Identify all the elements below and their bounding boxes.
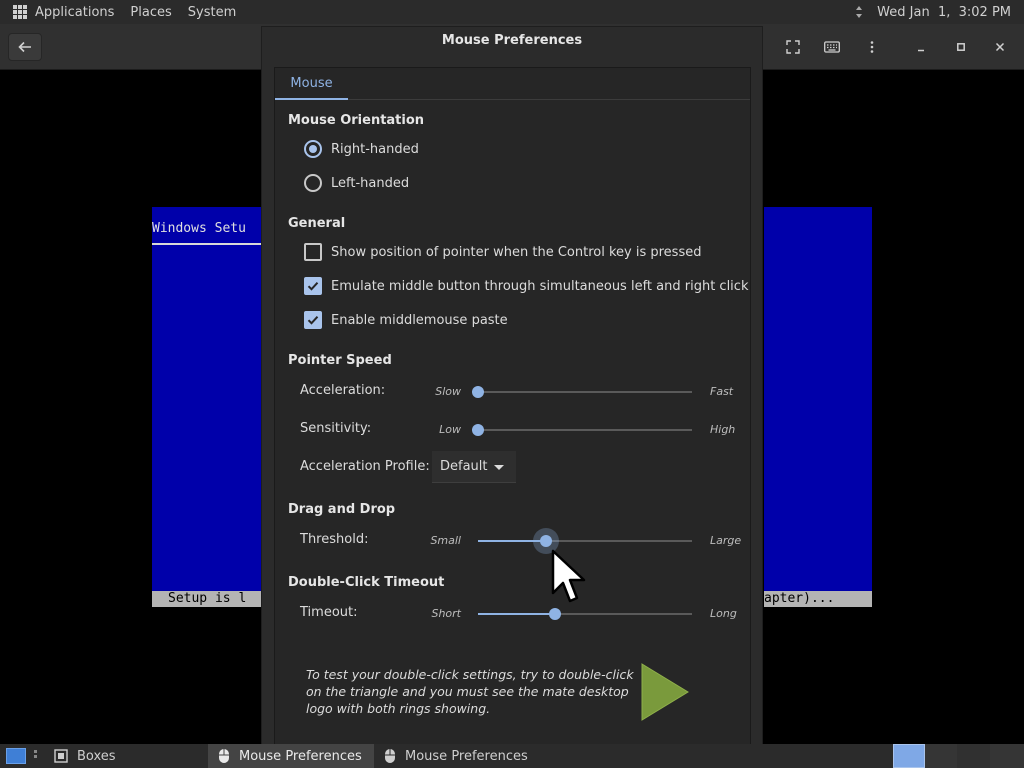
radio-indicator [304,140,322,158]
network-updown-icon[interactable] [855,5,863,19]
panel-handle-icon[interactable] [34,750,38,762]
radio-indicator [304,174,322,192]
sensitivity-label: Sensitivity: [300,421,372,436]
checkbox-emulate-middle-button[interactable]: Emulate middle button through simultaneo… [304,275,748,297]
checkmark-icon [307,282,319,291]
fullscreen-button[interactable] [776,33,810,61]
slider-fill [478,613,555,615]
acceleration-min-label: Slow [435,385,461,398]
workspace-1[interactable] [893,744,925,768]
fullscreen-icon [786,40,800,54]
checkbox-label: Show position of pointer when the Contro… [331,244,702,260]
minimize-button[interactable] [904,33,938,61]
menu-applications[interactable]: Applications [35,5,114,20]
tab-mouse[interactable]: Mouse [275,68,348,100]
checkbox-show-pointer-position[interactable]: Show position of pointer when the Contro… [304,241,701,263]
checkbox-label: Emulate middle button through simultaneo… [331,278,749,294]
kebab-menu-icon [870,41,874,53]
keyboard-button[interactable] [815,33,849,61]
keyboard-icon [824,41,840,53]
section-pointer-speed: Pointer Speed [288,353,392,368]
task-label: Mouse Preferences [239,748,362,764]
slider-knob[interactable] [472,386,484,398]
bottom-panel: Boxes Mouse Preferences Mouse Preference… [0,744,1024,768]
threshold-min-label: Small [430,534,461,547]
sensitivity-max-label: High [710,423,736,436]
clock[interactable]: Wed Jan 1, 3:02 PM [877,5,1011,20]
checkbox-label: Enable middlemouse paste [331,312,508,328]
checkbox-indicator [304,311,322,329]
checkbox-middlemouse-paste[interactable]: Enable middlemouse paste [304,309,508,331]
close-icon [995,42,1005,52]
setup-status-right: apter)... [764,591,872,607]
task-mouse-preferences-active[interactable]: Mouse Preferences [208,744,374,768]
maximize-icon [957,43,965,51]
threshold-max-label: Large [710,534,742,547]
windows-setup-screen-left [152,207,262,607]
radio-right-handed[interactable]: Right-handed [304,138,419,160]
chevron-down-icon [494,465,504,470]
workspace-4[interactable] [990,744,1024,768]
back-button[interactable] [8,33,42,61]
acceleration-slider[interactable] [472,386,692,398]
setup-status-left: Setup is l [152,591,262,607]
checkmark-icon [307,316,319,325]
menu-places[interactable]: Places [130,5,171,20]
slider-knob[interactable] [472,424,484,436]
acceleration-profile-label: Acceleration Profile: [300,459,430,474]
timeout-slider[interactable] [478,608,692,620]
boxes-app-icon [54,749,68,763]
radio-label: Right-handed [331,141,419,157]
menu-system[interactable]: System [188,5,236,20]
checkbox-indicator [304,277,322,295]
sensitivity-slider[interactable] [472,424,692,436]
minimize-icon [918,49,924,52]
double-click-test-triangle-icon[interactable] [640,662,690,722]
task-boxes[interactable]: Boxes [44,744,208,768]
dialog-title: Mouse Preferences [441,33,583,48]
workspace-2[interactable] [925,744,957,768]
slider-knob[interactable] [540,535,552,547]
sensitivity-min-label: Low [439,423,461,436]
threshold-slider[interactable] [478,535,692,547]
checkbox-indicator [304,243,322,261]
show-desktop-icon[interactable] [6,748,26,764]
applications-grid-icon[interactable] [13,5,27,19]
task-label: Boxes [77,748,116,764]
back-arrow-icon [18,41,31,53]
acceleration-label: Acceleration: [300,383,386,398]
threshold-label: Threshold: [300,532,369,547]
mouse-icon [384,748,396,764]
maximize-button[interactable] [944,33,978,61]
mouse-icon [218,748,230,764]
tab-bar: Mouse [275,68,750,100]
double-click-test-text: To test your double-click settings, try … [306,667,634,716]
workspace-3[interactable] [957,744,990,768]
timeout-max-label: Long [710,607,737,620]
acceleration-max-label: Fast [710,385,734,398]
setup-divider [152,243,262,245]
mouse-preferences-dialog: Mouse Preferences Mouse Mouse Orientatio… [261,26,763,745]
timeout-label: Timeout: [300,605,358,620]
radio-label: Left-handed [331,175,410,191]
preferences-notebook: Mouse Mouse Orientation Right-handed Lef… [274,67,751,745]
section-general: General [288,216,346,231]
task-mouse-preferences[interactable]: Mouse Preferences [374,744,540,768]
windows-setup-screen-right [764,207,872,607]
slider-knob[interactable] [549,608,561,620]
top-panel: Applications Places System Wed Jan 1, 3:… [0,0,1024,24]
section-drag-and-drop: Drag and Drop [288,502,396,517]
section-double-click-timeout: Double-Click Timeout [288,575,445,590]
mouse-pointer-icon [551,549,586,603]
acceleration-profile-combo[interactable]: Default [432,451,516,483]
section-mouse-orientation: Mouse Orientation [288,113,425,128]
close-button[interactable] [983,33,1017,61]
radio-left-handed[interactable]: Left-handed [304,172,409,194]
timeout-min-label: Short [431,607,461,620]
menu-button[interactable] [855,33,889,61]
task-label: Mouse Preferences [405,748,528,764]
setup-title: Windows Setu [152,221,246,236]
combo-value: Default [440,459,488,474]
slider-fill [478,540,546,542]
